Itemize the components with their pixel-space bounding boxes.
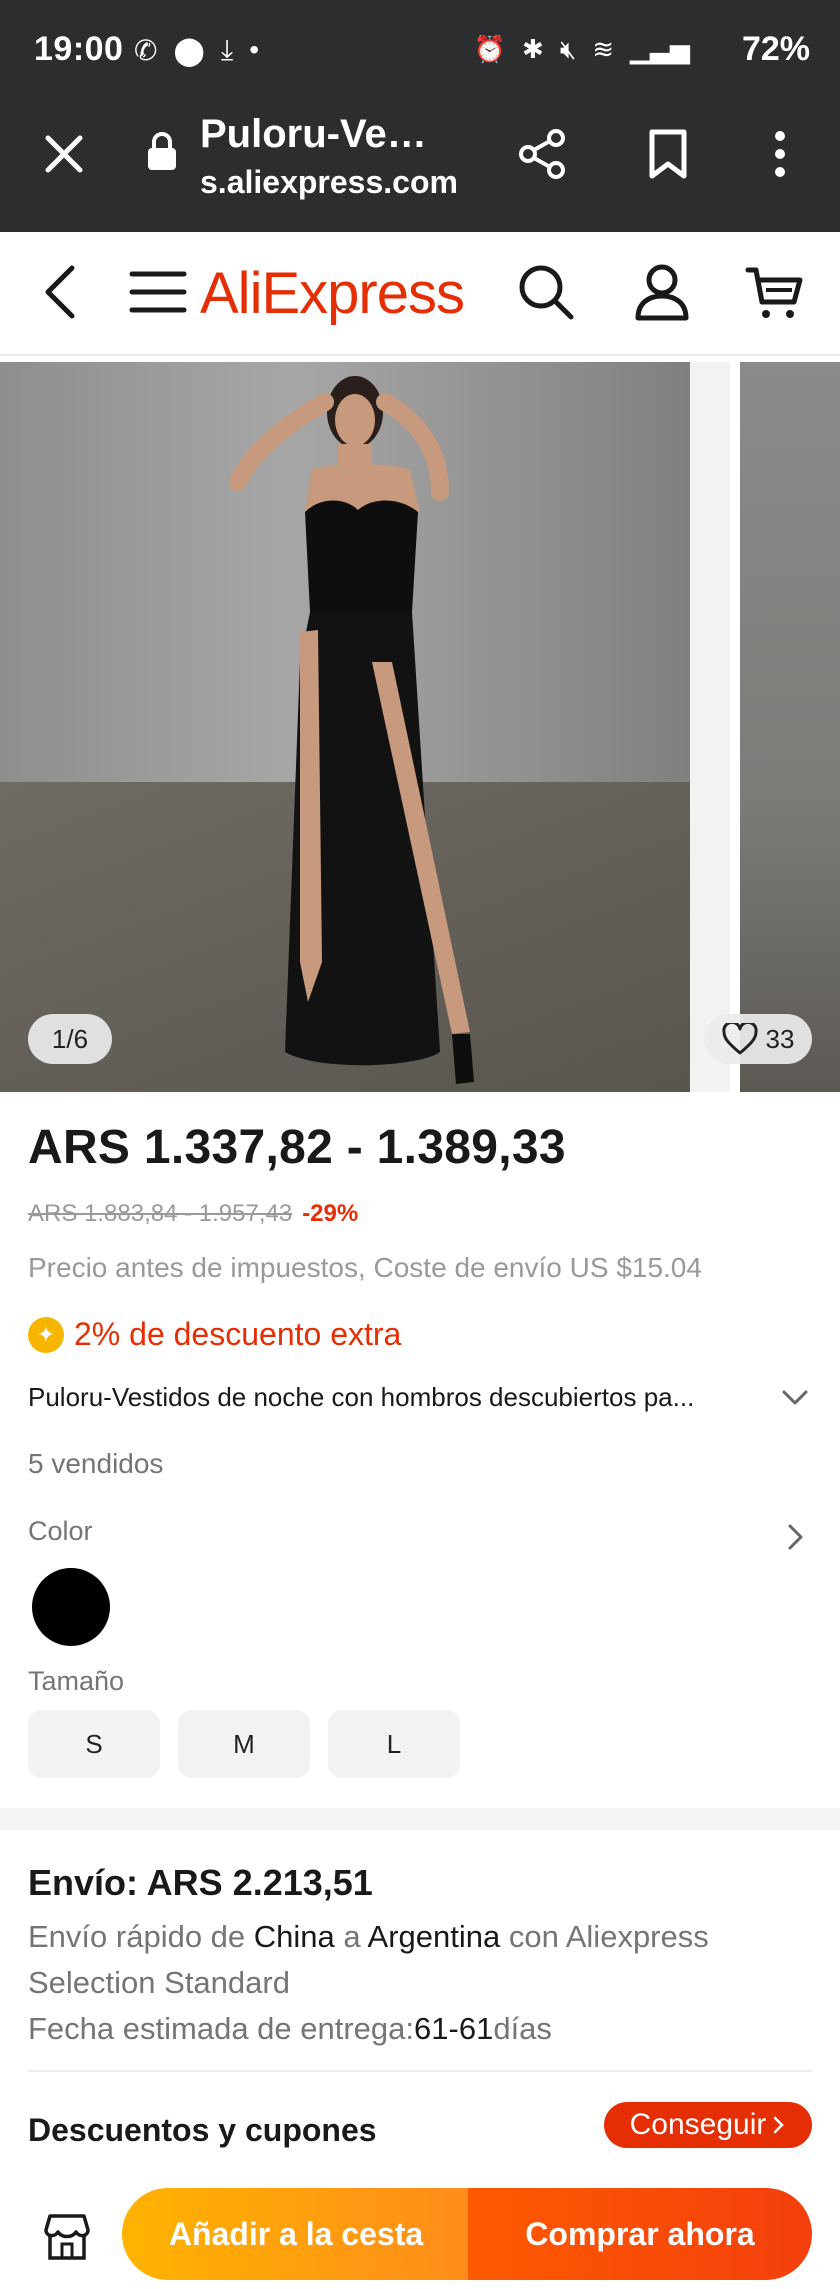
- page-title[interactable]: Puloru-Ve…: [200, 112, 460, 157]
- mute-icon: 🔇︎: [559, 34, 577, 64]
- size-options: S M L: [28, 1710, 460, 1778]
- battery-level: 72%: [741, 30, 810, 68]
- heart-icon: [721, 1023, 758, 1055]
- wishlist-button[interactable]: 33: [704, 1014, 812, 1064]
- menu-icon[interactable]: [128, 262, 188, 322]
- divider-line: [28, 2070, 812, 2072]
- bookmark-icon[interactable]: [640, 126, 696, 182]
- status-bar: 19:00 ✆ ⬤ ⤓ • ⏰ ✱ 🔇︎ ≋ ▁▃▅ 72%: [0, 0, 840, 100]
- dress-model-image: [229, 376, 474, 1084]
- product-gallery[interactable]: 1/6 33: [0, 362, 840, 1092]
- buy-now-button[interactable]: Comprar ahora: [468, 2188, 812, 2280]
- more-icon[interactable]: [752, 126, 808, 182]
- chevron-right-icon: [774, 2116, 785, 2134]
- shipping-details: Envío rápido de China a Argentina con Al…: [28, 1919, 709, 2046]
- old-price: ARS 1.883,84 - 1.957,43: [28, 1200, 293, 1227]
- page-url[interactable]: s.aliexpress.com: [200, 164, 470, 201]
- shipping-title[interactable]: Envío: ARS 2.213,51: [28, 1862, 373, 1904]
- status-time: 19:00: [34, 30, 124, 68]
- ship-from: China: [253, 1919, 335, 1954]
- discount-badge: -29%: [302, 1200, 359, 1227]
- status-right-icons: ⏰ ✱ 🔇︎ ≋ ▁▃▅: [474, 34, 690, 66]
- aliexpress-logo[interactable]: AliExpress: [200, 260, 465, 327]
- location-icon: ⬤: [173, 35, 205, 66]
- back-icon[interactable]: [32, 262, 92, 322]
- add-to-cart-button[interactable]: Añadir a la cesta: [122, 2188, 470, 2280]
- share-icon[interactable]: [514, 126, 570, 182]
- status-left-icons: ✆ ⬤ ⤓ •: [134, 34, 259, 67]
- chevron-down-icon[interactable]: [778, 1380, 812, 1414]
- tax-note: Precio antes de impuestos, Coste de enví…: [28, 1252, 702, 1283]
- product-price: ARS 1.337,82 - 1.389,33: [28, 1121, 566, 1174]
- search-icon[interactable]: [516, 262, 576, 322]
- size-label: Tamaño: [28, 1666, 125, 1696]
- sold-count: 5 vendidos: [28, 1448, 164, 1479]
- signal-icon: ▁▃▅: [630, 34, 690, 64]
- browser-toolbar: Puloru-Ve… s.aliexpress.com: [0, 100, 840, 232]
- size-option-l[interactable]: L: [328, 1710, 460, 1778]
- old-price-row: ARS 1.883,84 - 1.957,43 -29%: [28, 1200, 358, 1228]
- extra-discount[interactable]: ✦ 2% de descuento extra: [28, 1316, 401, 1353]
- lock-icon: [148, 132, 176, 170]
- download-icon: ⤓: [220, 34, 234, 65]
- ship-to[interactable]: Argentina: [368, 1919, 501, 1954]
- product-title[interactable]: Puloru-Vestidos de noche con hombros des…: [28, 1382, 768, 1413]
- wishlist-count: 33: [765, 1023, 795, 1054]
- image-pager: 1/6: [28, 1014, 112, 1064]
- bluetooth-icon: ✱: [522, 34, 544, 64]
- coin-icon: ✦: [28, 1316, 64, 1353]
- size-option-s[interactable]: S: [28, 1710, 160, 1778]
- whatsapp-icon: ✆: [134, 35, 158, 66]
- eta-days: 61-61: [414, 2011, 494, 2046]
- chevron-right-icon[interactable]: [778, 1520, 812, 1554]
- product-photo[interactable]: [0, 362, 730, 1092]
- extra-discount-label: 2% de descuento extra: [74, 1316, 402, 1352]
- account-icon[interactable]: [632, 262, 692, 322]
- store-icon[interactable]: [40, 2210, 94, 2264]
- next-product-photo[interactable]: [740, 362, 840, 1092]
- wifi-icon: ≋: [592, 34, 614, 64]
- color-swatch-black[interactable]: [32, 1568, 110, 1646]
- section-divider: [0, 1808, 840, 1830]
- color-label: Color: [28, 1516, 93, 1546]
- dot-icon: •: [249, 34, 260, 65]
- close-icon[interactable]: [40, 130, 88, 178]
- cart-icon[interactable]: [744, 262, 804, 322]
- app-header: AliExpress: [0, 232, 840, 356]
- alarm-icon: ⏰: [473, 34, 507, 64]
- size-option-m[interactable]: M: [178, 1710, 310, 1778]
- coupons-label: Descuentos y cupones: [28, 2112, 377, 2148]
- get-coupon-button[interactable]: Conseguir: [604, 2102, 812, 2148]
- bottom-action-bar: Añadir a la cesta Comprar ahora: [0, 2180, 840, 2289]
